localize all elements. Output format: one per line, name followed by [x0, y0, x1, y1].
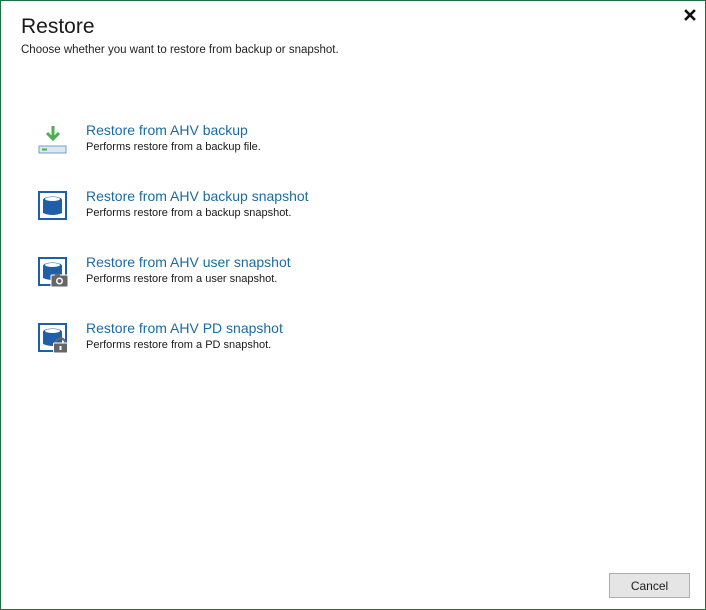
option-restore-ahv-backup-snapshot[interactable]: Restore from AHV backup snapshot Perform… — [37, 188, 457, 228]
dialog-title: Restore — [21, 15, 95, 38]
backup-download-icon — [37, 124, 69, 156]
option-description: Performs restore from a backup snapshot. — [86, 207, 292, 219]
database-icon — [37, 190, 69, 222]
cancel-button[interactable]: Cancel — [609, 573, 690, 598]
database-lock-icon — [37, 322, 69, 354]
option-restore-ahv-pd-snapshot[interactable]: Restore from AHV PD snapshot Performs re… — [37, 320, 457, 360]
option-title[interactable]: Restore from AHV backup snapshot — [86, 188, 309, 204]
option-title[interactable]: Restore from AHV backup — [86, 122, 248, 138]
restore-dialog: Restore Choose whether you want to resto… — [0, 0, 706, 610]
close-icon[interactable] — [682, 7, 698, 23]
option-description: Performs restore from a user snapshot. — [86, 273, 278, 285]
option-description: Performs restore from a PD snapshot. — [86, 339, 272, 351]
option-restore-ahv-user-snapshot[interactable]: Restore from AHV user snapshot Performs … — [37, 254, 457, 294]
option-title[interactable]: Restore from AHV PD snapshot — [86, 320, 283, 336]
dialog-subtitle: Choose whether you want to restore from … — [21, 44, 339, 56]
option-title[interactable]: Restore from AHV user snapshot — [86, 254, 291, 270]
option-description: Performs restore from a backup file. — [86, 141, 261, 153]
database-camera-icon — [37, 256, 69, 288]
option-restore-ahv-backup[interactable]: Restore from AHV backup Performs restore… — [37, 122, 457, 162]
